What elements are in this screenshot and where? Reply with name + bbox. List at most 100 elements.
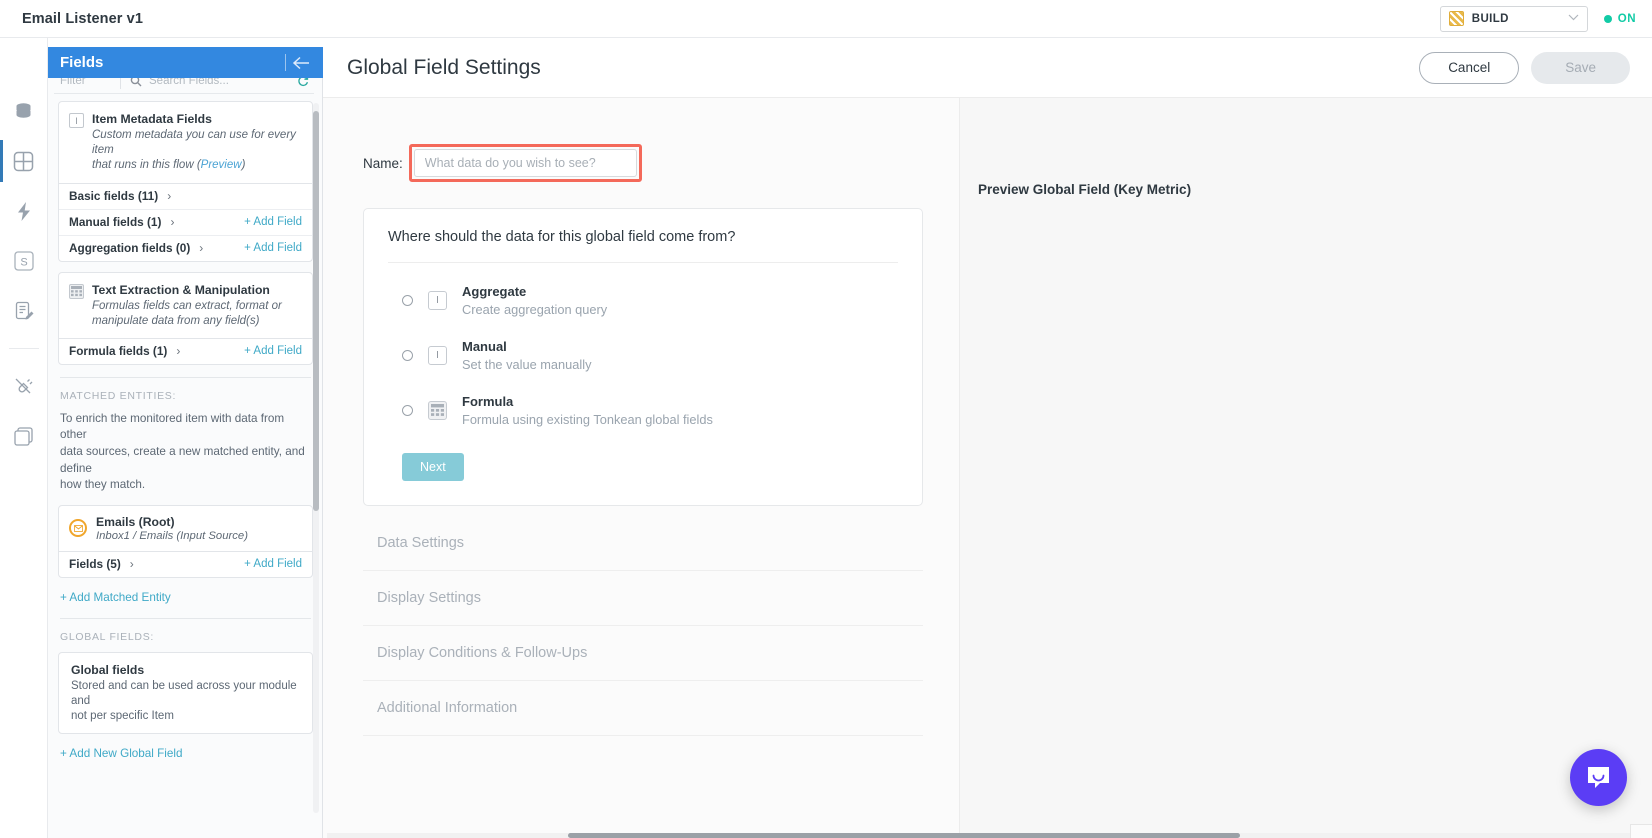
- global-fields-desc: Stored and can be used across your modul…: [71, 679, 302, 725]
- option-formula[interactable]: Formula Formula using existing Tonkean g…: [388, 383, 898, 438]
- gf-desc-line1: Stored and can be used across your modul…: [71, 680, 297, 707]
- basic-fields-label: Basic fields (11): [69, 189, 158, 203]
- collapse-divider: [285, 54, 286, 71]
- accordion-display-conditions-label: Display Conditions & Follow-Ups: [377, 645, 587, 661]
- radio-aggregate[interactable]: [402, 295, 413, 306]
- item-metadata-desc-line2: that runs in this flow (: [92, 159, 201, 171]
- text-extraction-desc: Formulas fields can extract, format or m…: [92, 299, 282, 329]
- name-input-focus-ring: [409, 144, 642, 182]
- matched-entities-heading: MATCHED ENTITIES:: [60, 390, 313, 402]
- item-metadata-desc: Custom metadata you can use for every it…: [92, 128, 302, 174]
- item-metadata-desc-line1: Custom metadata you can use for every it…: [92, 129, 296, 156]
- striped-square-icon: [1449, 11, 1464, 26]
- chevron-down-icon: [1568, 14, 1579, 24]
- fields-panel-header: Fields: [48, 47, 323, 78]
- main-content: Global Field Settings Cancel Save Name: …: [323, 38, 1652, 838]
- name-input[interactable]: [414, 149, 637, 177]
- option-aggregate[interactable]: I Aggregate Create aggregation query: [388, 273, 898, 328]
- modules-grid-icon[interactable]: [0, 136, 48, 186]
- intercom-chat-button[interactable]: [1570, 749, 1627, 806]
- accordion-display-conditions[interactable]: Display Conditions & Follow-Ups: [363, 626, 923, 681]
- actions-bolt-icon[interactable]: [0, 186, 48, 236]
- add-aggregation-field-link[interactable]: + Add Field: [244, 242, 302, 254]
- intercom-chat-icon: [1585, 764, 1612, 791]
- name-label: Name:: [363, 156, 403, 171]
- editor-pane: Name: Where should the data for this glo…: [323, 98, 960, 838]
- panel-scrollbar-thumb[interactable]: [313, 111, 319, 511]
- horizontal-scrollbar-thumb[interactable]: [568, 833, 1240, 838]
- content-area: Name: Where should the data for this glo…: [323, 98, 1652, 838]
- data-source-question: Where should the data for this global fi…: [388, 229, 898, 262]
- option-formula-desc: Formula using existing Tonkean global fi…: [462, 412, 713, 427]
- text-extraction-title: Text Extraction & Manipulation: [92, 283, 282, 297]
- option-manual[interactable]: I Manual Set the value manually: [388, 328, 898, 383]
- preview-link[interactable]: Preview: [201, 159, 242, 171]
- preview-pane: Preview Global Field (Key Metric): [960, 98, 1652, 838]
- accordion-data-settings[interactable]: Data Settings: [363, 516, 923, 571]
- chevron-right-icon: ›: [199, 241, 203, 255]
- accordion-additional-info[interactable]: Additional Information: [363, 681, 923, 736]
- radio-formula[interactable]: [402, 405, 413, 416]
- fields-panel: Filter Search Fields... Fields I Item Me…: [48, 47, 323, 838]
- collapse-left-arrow-icon[interactable]: [285, 54, 311, 71]
- item-metadata-card: I Item Metadata Fields Custom metadata y…: [58, 101, 313, 262]
- section-divider-2: [60, 618, 311, 619]
- entity-header[interactable]: Emails (Root) Inbox1 / Emails (Input Sou…: [59, 506, 312, 551]
- chevron-right-icon: ›: [167, 189, 171, 203]
- basic-fields-row[interactable]: Basic fields (11) ›: [59, 183, 312, 209]
- next-button[interactable]: Next: [402, 453, 464, 481]
- library-layers-icon[interactable]: [0, 411, 48, 461]
- accordion-display-settings[interactable]: Display Settings: [363, 571, 923, 626]
- scrollbar-corner: [1630, 824, 1652, 838]
- source-card-divider: [388, 262, 898, 263]
- chevron-right-icon: ›: [130, 557, 134, 571]
- email-icon: [69, 519, 87, 537]
- text-field-icon: I: [428, 291, 447, 310]
- me-desc-line1: To enrich the monitored item with data f…: [60, 412, 284, 442]
- manual-fields-row[interactable]: Manual fields (1) › + Add Field: [59, 209, 312, 235]
- add-matched-entity-link[interactable]: + Add Matched Entity: [60, 591, 171, 604]
- data-source-card: Where should the data for this global fi…: [363, 208, 923, 506]
- horizontal-scrollbar-track[interactable]: [327, 833, 1652, 838]
- icon-rail: S: [0, 38, 48, 838]
- add-formula-field-link[interactable]: + Add Field: [244, 345, 302, 357]
- rail-divider: [9, 348, 39, 349]
- formula-fields-row[interactable]: Formula fields (1) › + Add Field: [59, 338, 312, 364]
- save-button[interactable]: Save: [1531, 52, 1630, 84]
- entity-source: Inbox1 / Emails (Input Source): [96, 530, 248, 542]
- entity-fields-row[interactable]: Fields (5) › + Add Field: [59, 551, 312, 577]
- header-actions: Cancel Save: [1419, 52, 1630, 84]
- top-bar: Email Listener v1 BUILD ON: [0, 0, 1652, 38]
- radio-manual[interactable]: [402, 350, 413, 361]
- svg-text:S: S: [20, 257, 27, 269]
- section-divider: [60, 377, 311, 378]
- data-sources-icon[interactable]: [0, 86, 48, 136]
- text-field-icon: I: [428, 346, 447, 365]
- forms-edit-icon[interactable]: [0, 286, 48, 336]
- accordion-data-settings-label: Data Settings: [377, 535, 464, 551]
- me-desc-line3: how they match.: [60, 478, 145, 491]
- page-title: Global Field Settings: [347, 56, 541, 80]
- app-title: Email Listener v1: [22, 11, 143, 27]
- add-manual-field-link[interactable]: + Add Field: [244, 216, 302, 228]
- status-badge[interactable]: ON: [1604, 13, 1636, 25]
- accordion-display-settings-label: Display Settings: [377, 590, 481, 606]
- cancel-button[interactable]: Cancel: [1419, 52, 1519, 84]
- panel-scrollbar[interactable]: [313, 103, 319, 813]
- chevron-right-icon: ›: [170, 215, 174, 229]
- preview-title: Preview Global Field (Key Metric): [978, 182, 1652, 197]
- item-metadata-title: Item Metadata Fields: [92, 112, 302, 126]
- add-new-global-field-link[interactable]: + Add New Global Field: [60, 747, 182, 760]
- option-aggregate-name: Aggregate: [462, 284, 607, 299]
- matched-entity-card: Emails (Root) Inbox1 / Emails (Input Sou…: [58, 505, 313, 578]
- solution-s-icon[interactable]: S: [0, 236, 48, 286]
- global-fields-title: Global fields: [71, 663, 302, 677]
- integrations-plug-icon[interactable]: [0, 361, 48, 411]
- add-entity-field-link[interactable]: + Add Field: [244, 558, 302, 570]
- topbar-right-group: BUILD ON: [1440, 6, 1652, 32]
- grid-icon: [428, 401, 447, 420]
- aggregation-fields-row[interactable]: Aggregation fields (0) › + Add Field: [59, 235, 312, 261]
- entity-name: Emails (Root): [96, 515, 248, 529]
- item-metadata-desc-close: ): [242, 159, 246, 171]
- environment-select[interactable]: BUILD: [1440, 6, 1588, 32]
